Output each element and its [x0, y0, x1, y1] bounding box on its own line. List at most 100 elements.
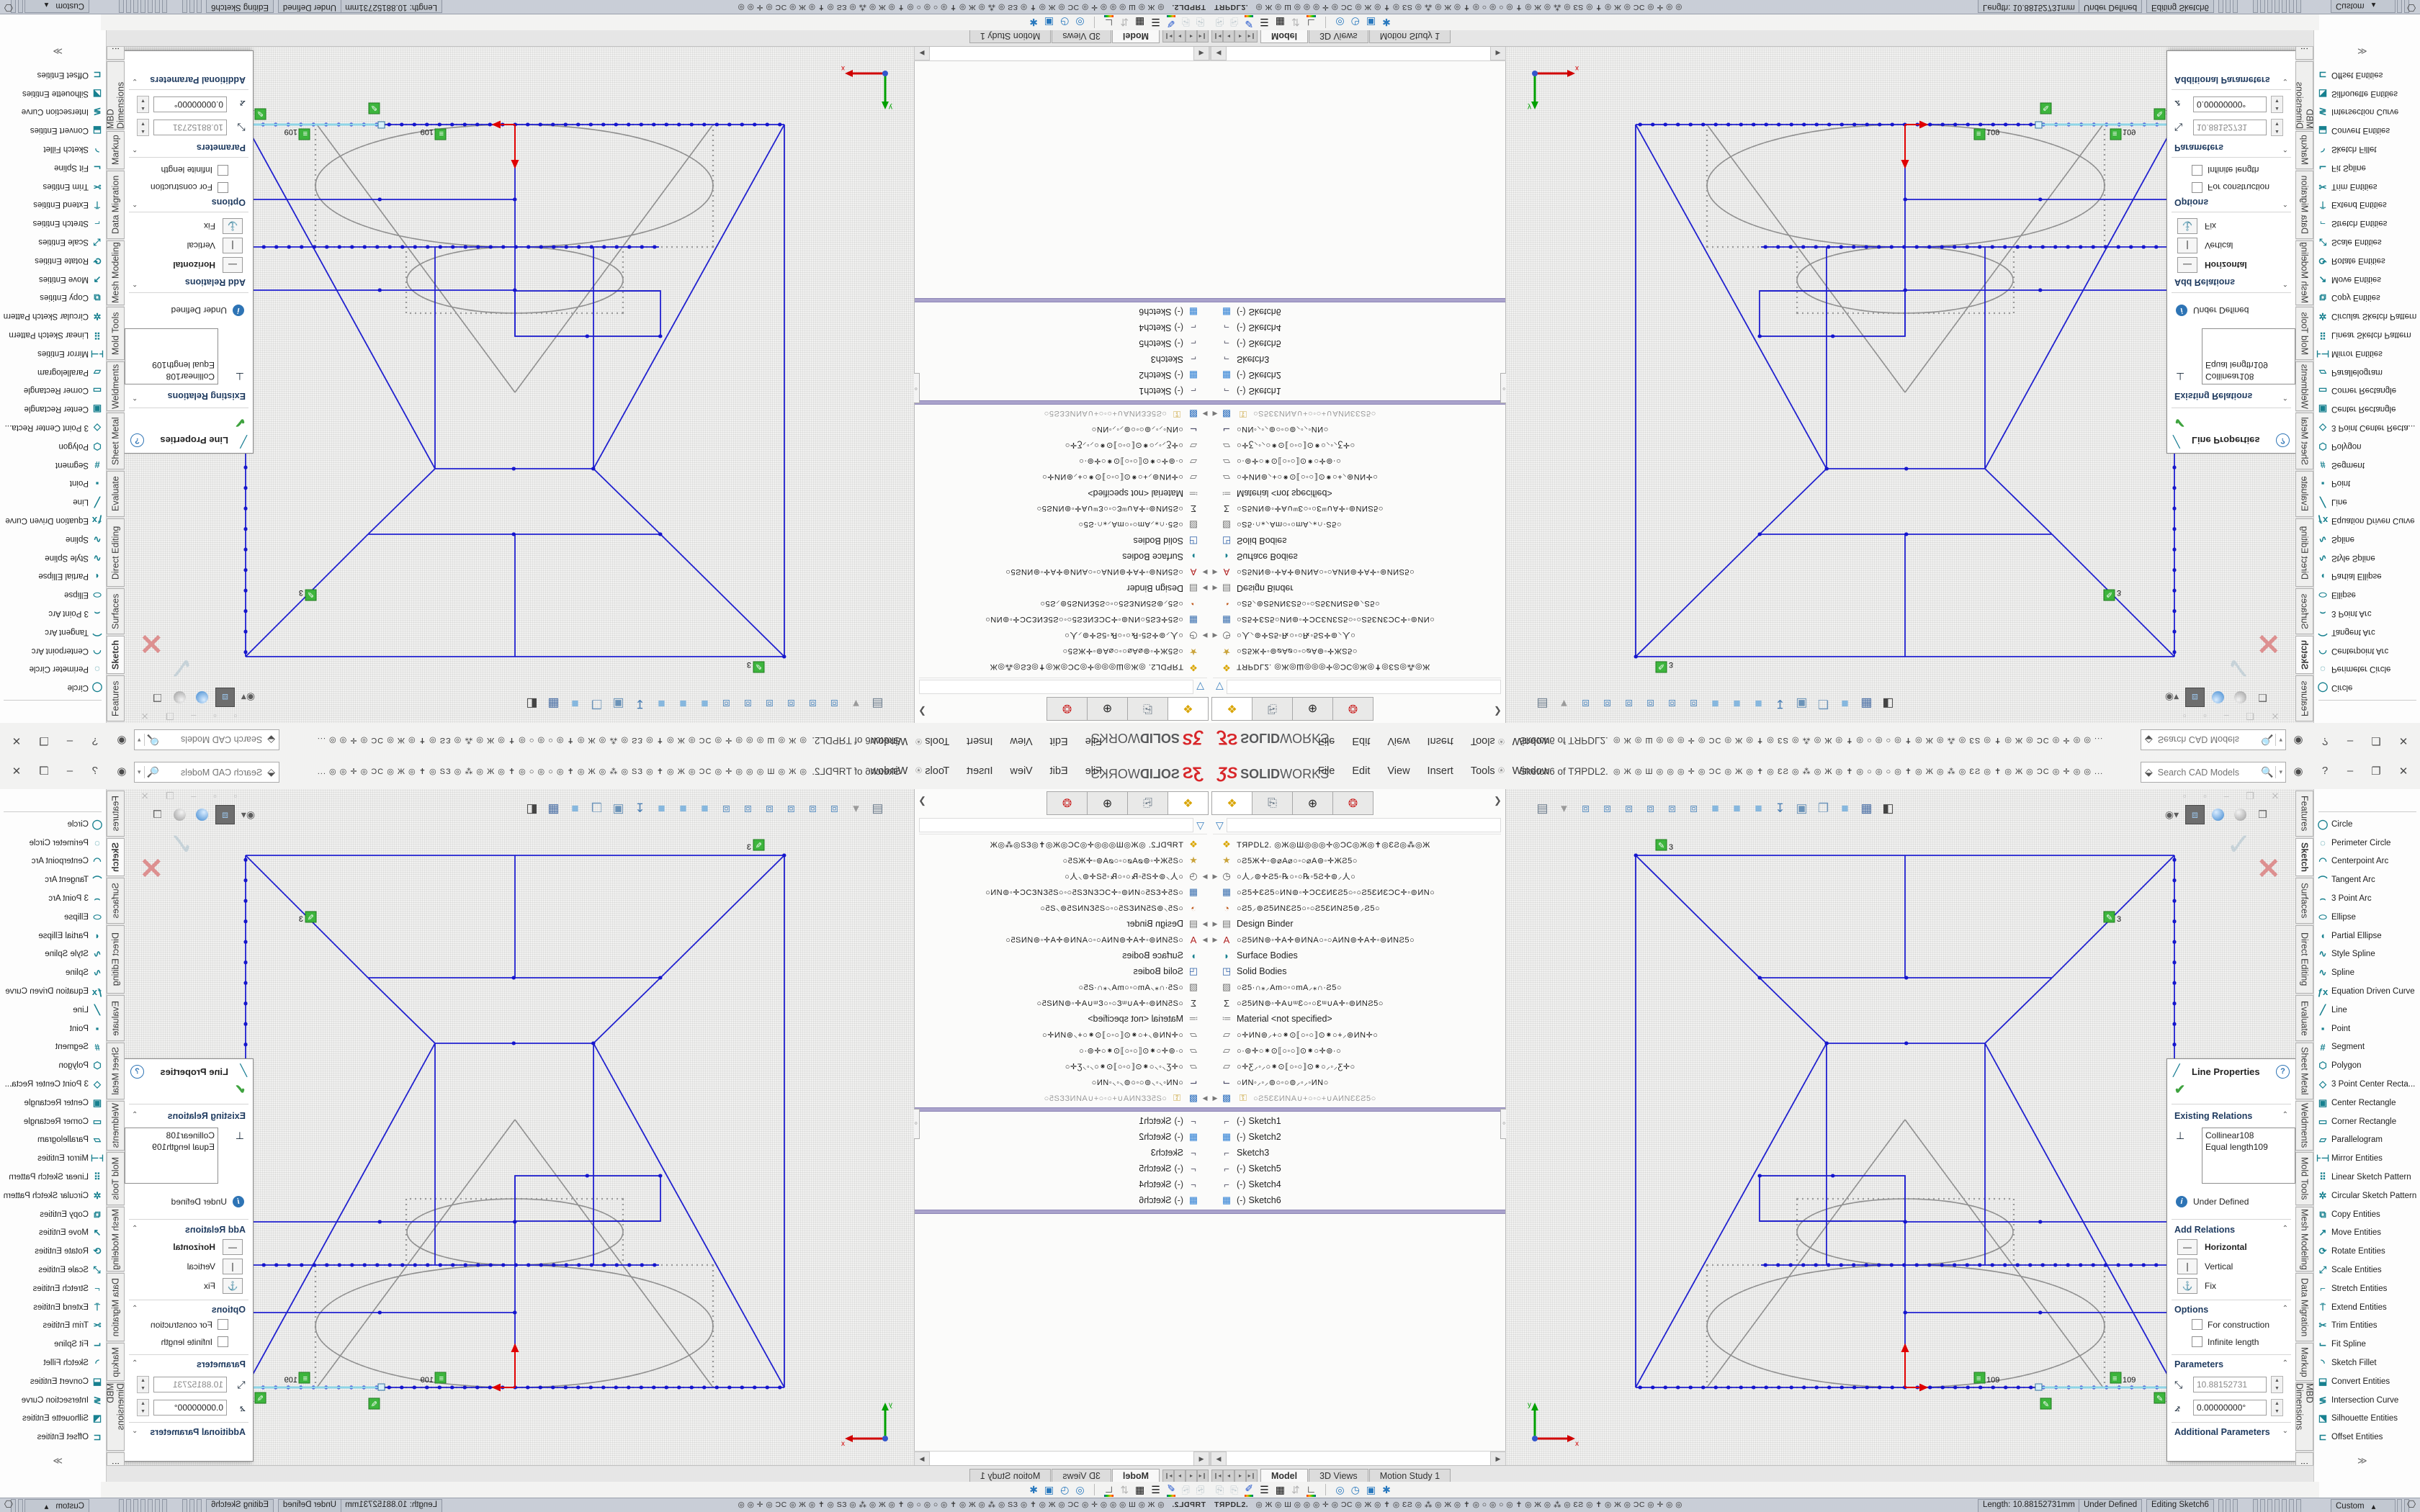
- quick-access-toolbar[interactable]: ◎ Ж ◎ Ш ◎ ◎ ◎ ✛ ◎ ƆC ◎ Ж ◎ ✝ ◎ ƐƧ ◎ ⁂ ◎ …: [1613, 736, 2132, 745]
- tree-row[interactable]: ▶◷○人⸝⊚✛Ƨ5◦℞○◦○℞◦5Ƨ✛⊚⸝人○: [1210, 868, 1505, 884]
- tool-copy-entities[interactable]: ⧉Copy Entities: [0, 1205, 106, 1224]
- doc-tab-3d-views[interactable]: 3D Views: [1052, 1469, 1111, 1482]
- tool-fit-spline[interactable]: ⌙Fit Spline: [0, 1335, 106, 1354]
- search-icon[interactable]: 🔍: [2261, 734, 2273, 746]
- search-box[interactable]: ⬙ 🔍 ▾: [134, 729, 279, 750]
- tool-convert-entities[interactable]: ⬓Convert Entities: [0, 1372, 106, 1391]
- tool-mirror-entities[interactable]: ⊦⊣Mirror Entities: [2314, 344, 2420, 363]
- bottom-toolbar-icon[interactable]: ▦: [1276, 1484, 1285, 1496]
- tool-fit-spline[interactable]: ⌙Fit Spline: [2314, 1335, 2420, 1354]
- tool-spline[interactable]: ∿Spline: [2314, 530, 2420, 549]
- tab-direct-editing[interactable]: Direct Editing: [107, 925, 125, 994]
- configurationmanager-tab[interactable]: ⊕: [1087, 697, 1127, 721]
- account-icon[interactable]: ◉: [2290, 734, 2306, 747]
- checkbox-icon[interactable]: [218, 182, 228, 193]
- tree-row[interactable]: ★○Ƨ5Ж✛◦⊚⌀A⌀○◦○⌀A⊚◦✛ЖƧ5○: [1210, 852, 1505, 868]
- existing-relations-header[interactable]: Existing Relations: [168, 1111, 246, 1121]
- tool-circular-sketch-pattern[interactable]: ✲Circular Sketch Pattern: [0, 307, 106, 325]
- length-stepper[interactable]: ▲▼: [137, 1376, 149, 1393]
- menu-file[interactable]: File: [1085, 735, 1102, 747]
- pin-icon[interactable]: ⍟: [915, 735, 922, 747]
- bottom-toolbar-icon[interactable]: ∟: [1104, 16, 1114, 30]
- tree-row[interactable]: ▶◷○人⸝⊚✛Ƨ5◦℞○◦○℞◦5Ƨ✛⊚⸝人○: [915, 628, 1210, 644]
- tab-mold-tools[interactable]: Mold Tools: [2295, 1152, 2313, 1205]
- tree-row-solid-bodies[interactable]: ◳Solid Bodies: [1210, 963, 1505, 979]
- tool-equation-driven-curve[interactable]: ƒxEquation Driven Curve: [0, 982, 106, 1001]
- bottom-toolbar-icon[interactable]: ⎘: [1196, 1484, 1204, 1496]
- tool-perimeter-circle[interactable]: ◌Perimeter Circle: [2314, 834, 2420, 852]
- menu-view[interactable]: View: [1387, 765, 1410, 777]
- scroll-track[interactable]: [930, 46, 1193, 60]
- panel-expand-icon[interactable]: ❯: [1494, 706, 1502, 717]
- tree-row-sketch1[interactable]: ⌐(-)Sketch1: [915, 383, 1210, 399]
- tab-features[interactable]: Features: [107, 791, 125, 837]
- additional-parameters-header[interactable]: Additional Parameters: [150, 1427, 246, 1437]
- tab-markup[interactable]: Markup: [2295, 1343, 2313, 1381]
- tool-spline[interactable]: ∿Spline: [0, 963, 106, 982]
- tab-scroll-icon[interactable]: ◂: [1223, 1470, 1234, 1482]
- tree-row-sketch1[interactable]: ⌐(-)Sketch1: [1210, 1113, 1505, 1129]
- collapse-icon[interactable]: ⌃: [2282, 1225, 2288, 1233]
- tree-row-sketch3[interactable]: ⌐Sketch3: [915, 1145, 1210, 1161]
- collapse-icon[interactable]: ⌃: [132, 393, 138, 401]
- tab-scroll-icon[interactable]: ❙◂: [1211, 30, 1223, 42]
- tree-row-surface-bodies[interactable]: ◗Surface Bodies: [1210, 948, 1505, 963]
- checkbox-infinite-length[interactable]: Infinite length: [2192, 1336, 2259, 1347]
- tree-row-surface-bodies[interactable]: ◗Surface Bodies: [1210, 549, 1505, 564]
- configurationmanager-tab[interactable]: ⊕: [1293, 697, 1333, 721]
- tool-3-point-arc[interactable]: ⌢3 Point Arc: [0, 604, 106, 623]
- collapse-icon[interactable]: ⌃: [2282, 199, 2288, 207]
- tree-row[interactable]: ▨○Ƨ5·∩⁎⸝Am○◦○mA⸝⁎∩·Ƨ5○: [915, 979, 1210, 995]
- tab-scroll-icon[interactable]: ▸: [1174, 1470, 1186, 1482]
- tab-sketch[interactable]: Sketch: [2295, 838, 2313, 876]
- tool-point[interactable]: ▪Point: [0, 474, 106, 492]
- menu-tools[interactable]: Tools: [1471, 765, 1495, 777]
- additional-parameters-header[interactable]: Additional Parameters: [2174, 1427, 2270, 1437]
- filter-field[interactable]: [1227, 818, 1501, 832]
- tab-data-migration[interactable]: Data Migration: [2295, 171, 2313, 239]
- bottom-toolbar-icon[interactable]: ⎘: [1182, 1484, 1190, 1496]
- tree-row[interactable]: ▦○Ƨ5✛ƐƧ5○ИN⊚◦✛ƆCƐИƐƧ5○◦○Ƨ5ƐИƐƆC✛◦⊚ИN○: [1210, 612, 1505, 628]
- tool-circle[interactable]: ◯Circle: [0, 815, 106, 834]
- tree-row-sketch3[interactable]: ⌐Sketch3: [1210, 351, 1505, 367]
- tree-row[interactable]: ▱○·⊚✛○⁕⊙⟦○◦○⟧⊙⁕○✛⊚·○: [915, 1043, 1210, 1058]
- help-icon[interactable]: ?: [2317, 765, 2333, 777]
- tab-data-migration[interactable]: Data Migration: [107, 171, 125, 239]
- length-input[interactable]: [2193, 1377, 2267, 1392]
- tool-perimeter-circle[interactable]: ◌Perimeter Circle: [0, 834, 106, 852]
- units-dropdown[interactable]: Custom▴: [24, 0, 89, 13]
- collapse-icon[interactable]: ⌃: [132, 279, 138, 287]
- checkbox-icon[interactable]: [218, 1319, 228, 1330]
- minimize-button[interactable]: –: [2342, 735, 2358, 747]
- rollback-bar[interactable]: [915, 400, 1210, 405]
- more-tools-icon[interactable]: ≫: [53, 1455, 63, 1467]
- more-tools-icon[interactable]: ≫: [2357, 45, 2367, 57]
- tool-parallelogram[interactable]: ▱Parallelogram: [0, 1131, 106, 1150]
- tree-row-surface-bodies[interactable]: ◗Surface Bodies: [915, 549, 1210, 564]
- search-box[interactable]: ⬙ 🔍 ▾: [2141, 762, 2286, 783]
- add-relation-fix[interactable]: ⚓Fix: [2177, 1278, 2216, 1294]
- tree-row-solid-bodies[interactable]: ◳Solid Bodies: [915, 533, 1210, 549]
- relation-item[interactable]: Equal length109: [128, 1141, 215, 1153]
- tree-row[interactable]: Σ○Ƨ5ИN⊚◦✛A∪ᵚƐ○◦○Ɛᵚ∪A✛◦⊚ИNƧ5○: [1210, 995, 1505, 1011]
- tab-direct-editing[interactable]: Direct Editing: [2295, 925, 2313, 994]
- tree-row[interactable]: ⌙○ИN◦⸝◦⸝⊚○◦○⊚⸝◦⸝◦ИN○: [915, 422, 1210, 438]
- globe-icon[interactable]: ⎔: [2407, 1, 2416, 14]
- tree-row[interactable]: ⌙○ИN◦⸝◦⸝⊚○◦○⊚⸝◦⸝◦ИN○: [1210, 1074, 1505, 1090]
- displaymanager-tab[interactable]: ❂: [1333, 697, 1373, 721]
- tab-surfaces[interactable]: Surfaces: [107, 878, 125, 924]
- tab-scroll-icon[interactable]: ◂: [1223, 30, 1234, 42]
- tab-sketch[interactable]: Sketch: [107, 636, 125, 674]
- tool-3-point-arc[interactable]: ⌢3 Point Arc: [2314, 604, 2420, 623]
- tool-linear-sketch-pattern[interactable]: ⠿Linear Sketch Pattern: [0, 325, 106, 344]
- restore-button[interactable]: ❐: [36, 734, 52, 747]
- tree-row[interactable]: ▱○✛Ƹ⸝◦⸝○⁕⊙⟦○◦○⟧⊙⁕○⸝◦⸝Ƹ✛○: [915, 1058, 1210, 1074]
- tree-row[interactable]: ◔○Ƨ5⸝⊚Ƨ5ИNƐƧ5○◦○Ƨ5ƐИNƧ5⊚⸝Ƨ5○: [915, 900, 1210, 916]
- tool-3-point-center-recta-[interactable]: ◇3 Point Center Recta...: [2314, 1075, 2420, 1094]
- tree-row[interactable]: ▨○Ƨ5·∩⁎⸝Am○◦○mA⸝⁎∩·Ƨ5○: [915, 517, 1210, 533]
- options-header[interactable]: Options: [212, 1305, 246, 1315]
- checkbox-for-construction[interactable]: For construction: [2192, 182, 2269, 193]
- pm-ok-icon[interactable]: ✔: [235, 415, 246, 430]
- tree-row-sketch6[interactable]: ▦(-)Sketch6: [915, 1192, 1210, 1208]
- search-caret-icon[interactable]: ▾: [135, 734, 145, 746]
